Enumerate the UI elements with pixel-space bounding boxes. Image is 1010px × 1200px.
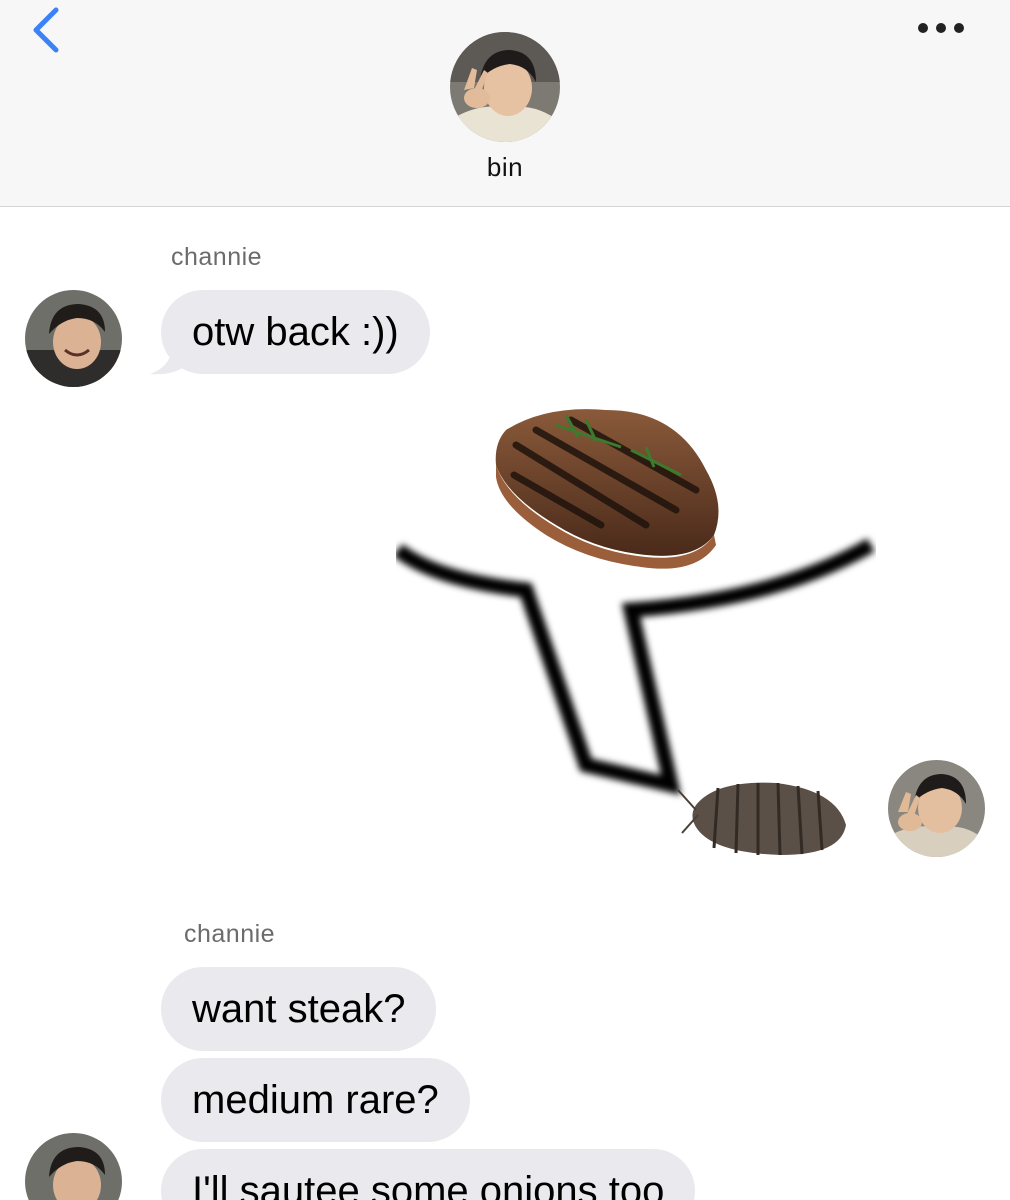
more-button[interactable] [906, 10, 976, 46]
contact-avatar[interactable] [450, 32, 560, 142]
chat-header: bin [0, 0, 1010, 207]
my-avatar-photo [888, 760, 985, 857]
contact-name: bin [486, 152, 524, 182]
back-button[interactable] [22, 2, 72, 58]
my-avatar[interactable] [888, 760, 985, 857]
message-bubble[interactable]: medium rare? [161, 1058, 470, 1142]
sticker-image[interactable] [393, 385, 876, 865]
steak-icon [495, 409, 719, 569]
sender-avatar[interactable] [25, 1133, 122, 1200]
more-dots-icon [918, 23, 964, 33]
pill-bug-icon [677, 782, 846, 856]
sender-avatar-photo [25, 290, 122, 387]
message-bubble[interactable]: want steak? [161, 967, 437, 1051]
chat-screen: bin channie otw back :)) channie want st… [0, 0, 1010, 1200]
sender-avatar[interactable] [25, 290, 122, 387]
contact-avatar-photo [450, 32, 560, 142]
sender-name: channie [171, 243, 263, 271]
message-bubble[interactable]: otw back :)) [161, 290, 430, 374]
chevron-left-icon [33, 7, 59, 53]
message-bubble[interactable]: I'll sautee some onions too [161, 1149, 696, 1200]
sender-avatar-photo [25, 1133, 122, 1200]
sender-name: channie [184, 920, 276, 948]
steak-pillbug-sticker [393, 409, 875, 856]
